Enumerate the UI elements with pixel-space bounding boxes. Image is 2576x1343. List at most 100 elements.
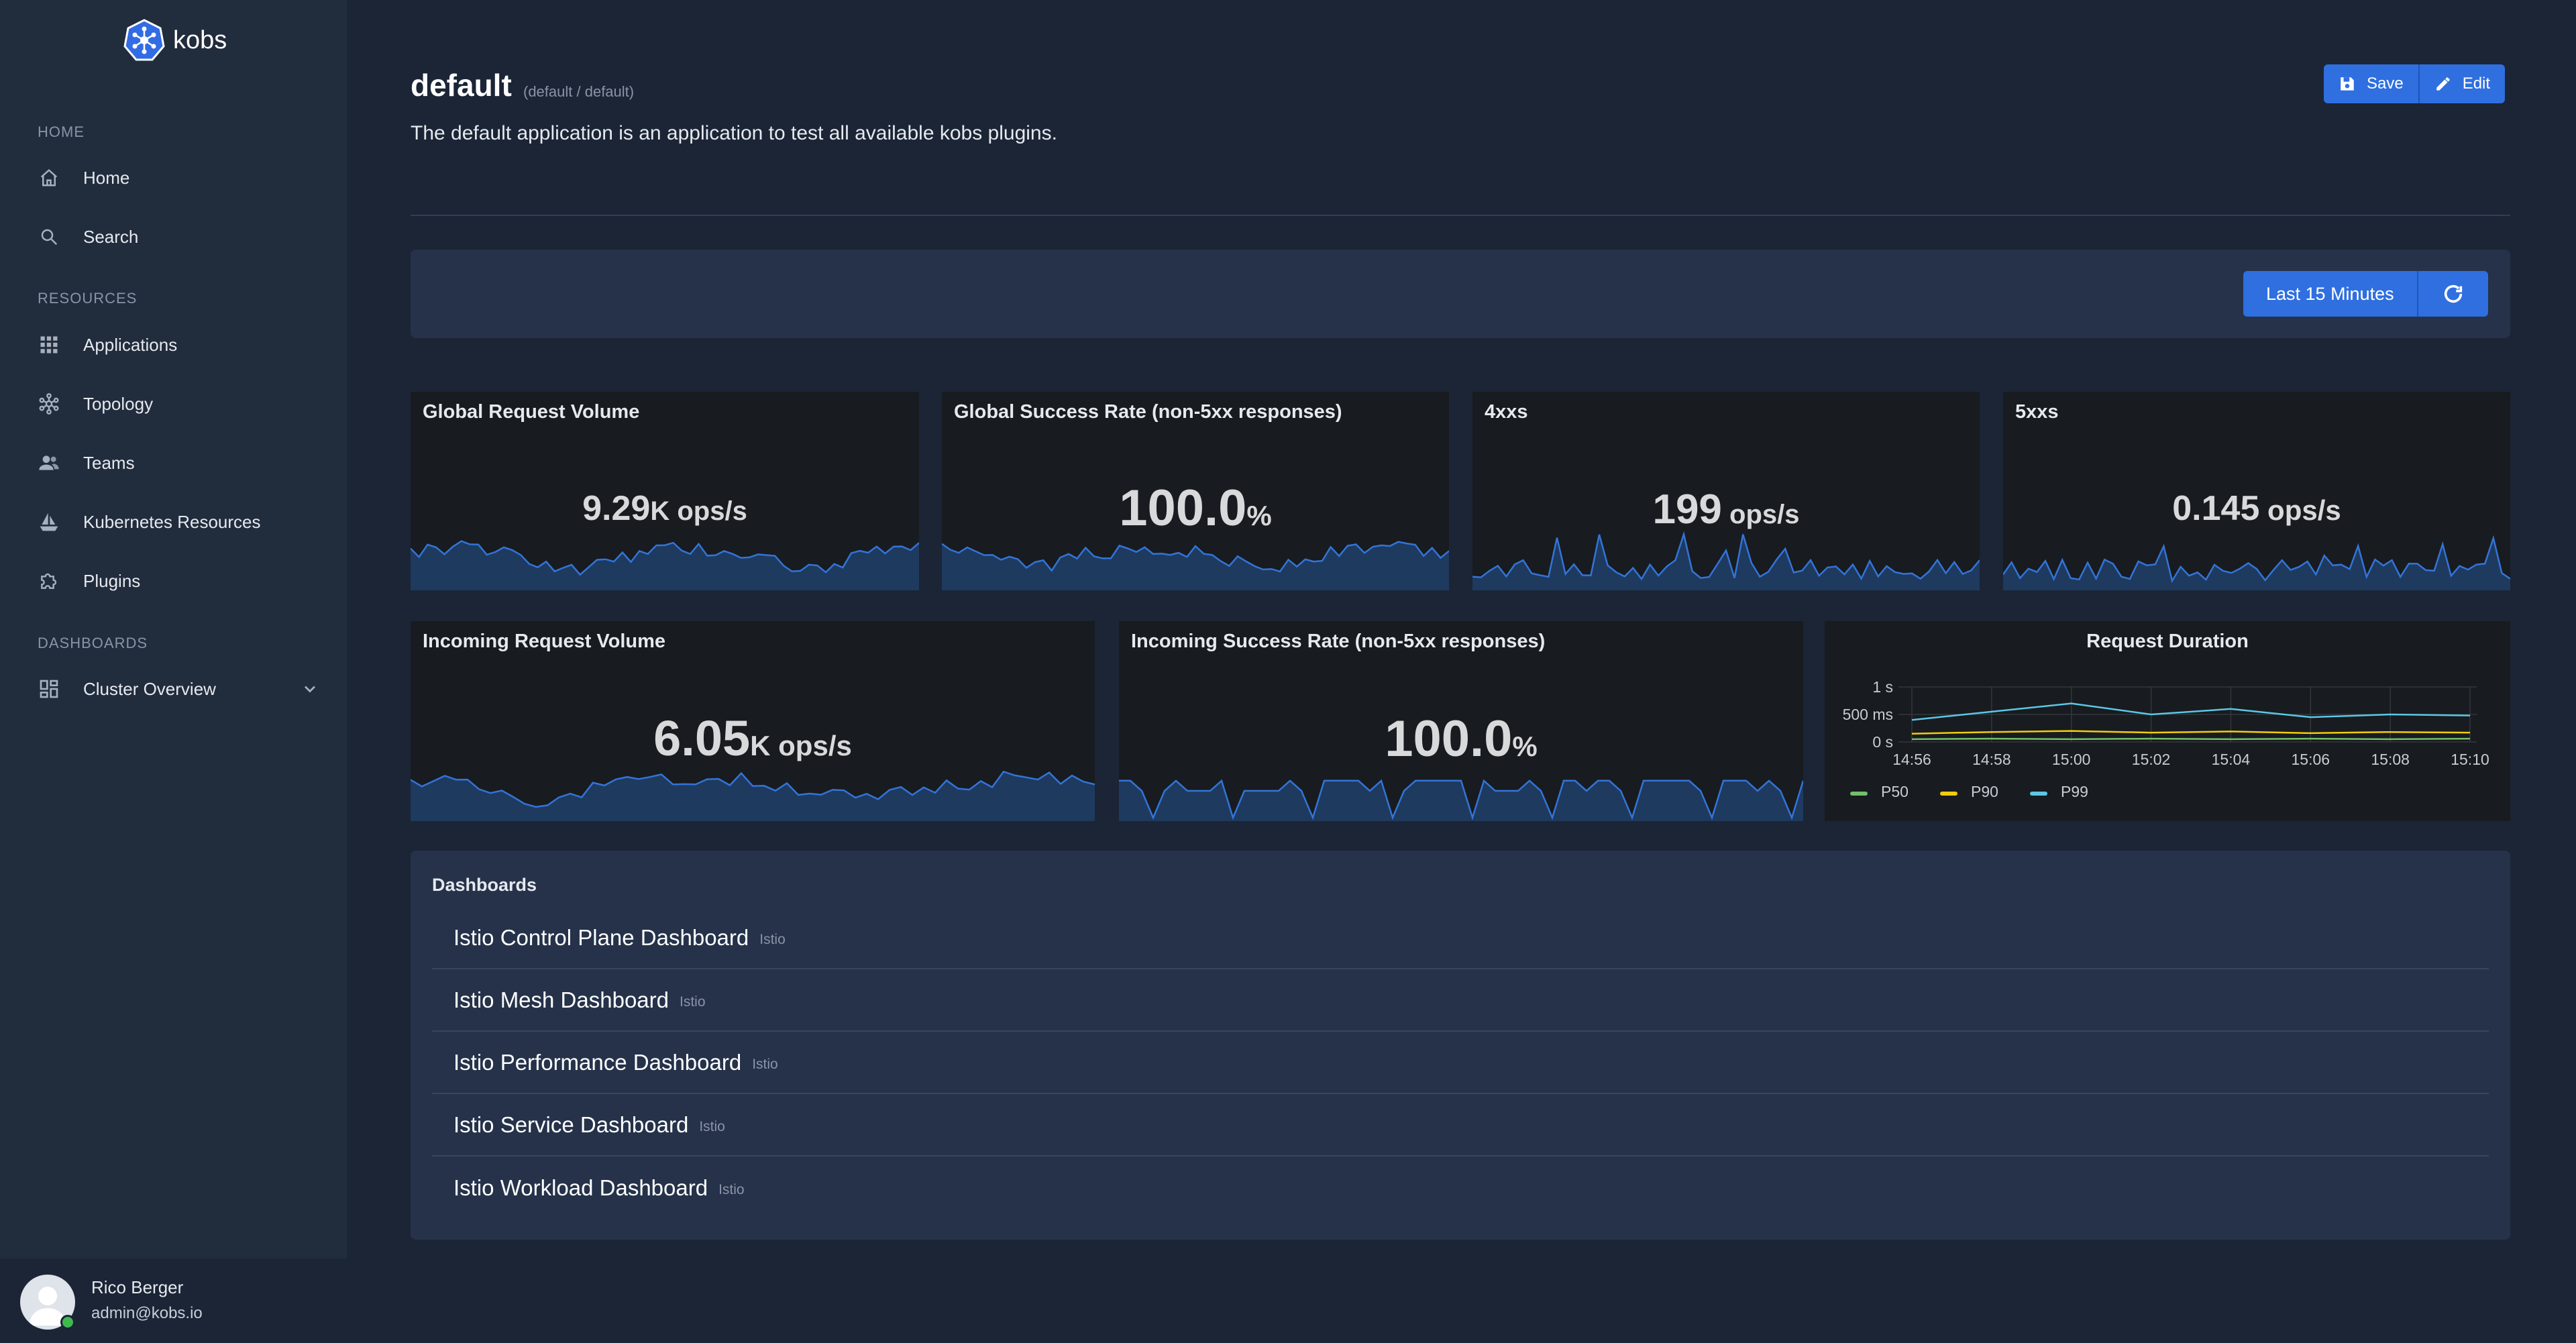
- stat-value: 9.29K ops/s: [411, 488, 919, 529]
- dashboard-list-item[interactable]: Istio Control Plane Dashboard Istio: [432, 907, 2489, 969]
- refresh-button[interactable]: [2416, 271, 2488, 317]
- stat-value: 100.0%: [1119, 710, 1803, 768]
- sparkline-area: [411, 541, 919, 590]
- sidebar-item-label: Kubernetes Resources: [83, 511, 261, 532]
- sidebar-item-kubernetes-resources[interactable]: Kubernetes Resources: [38, 501, 319, 543]
- stat-unit: %: [1512, 731, 1538, 762]
- panel-title: Global Request Volume: [423, 401, 640, 423]
- legend-swatch: [1940, 792, 1957, 796]
- save-button[interactable]: Save: [2324, 64, 2418, 103]
- kobs-logo-icon: [123, 19, 165, 61]
- legend-label: P90: [1971, 783, 1998, 800]
- dashboard-name: Istio Workload Dashboard: [453, 1175, 708, 1200]
- refresh-icon: [2444, 284, 2462, 303]
- sidebar-item-label: Search: [83, 226, 139, 247]
- dashboard-list-item[interactable]: Istio Performance Dashboard Istio: [432, 1032, 2489, 1094]
- y-tick-label: 0 s: [1872, 733, 1893, 751]
- page-title: default: [411, 68, 512, 103]
- series-line-p99: [1911, 702, 2471, 721]
- panel-5xxs: 5xxs 0.145 ops/s: [2003, 392, 2510, 590]
- panel-title: Global Success Rate (non-5xx responses): [954, 401, 1342, 423]
- edit-button[interactable]: Edit: [2418, 64, 2506, 103]
- y-tick-label: 500 ms: [1843, 706, 1893, 723]
- sparkline-area: [2003, 538, 2510, 590]
- panel-title: Incoming Success Rate (non-5xx responses…: [1131, 631, 1546, 652]
- sidebar-item-label: Applications: [83, 334, 178, 355]
- panel-incoming-request-volume: Incoming Request Volume 6.05K ops/s: [411, 621, 1095, 821]
- sidebar-item-label: Home: [83, 167, 130, 188]
- dashboard-list-item[interactable]: Istio Workload Dashboard Istio: [432, 1157, 2489, 1219]
- panel-title: 4xxs: [1485, 401, 1528, 423]
- request-duration-chart: 0 s 500 ms 1 s 14:56 14:58 15:00 15:02 15:04 15:…: [1843, 678, 2489, 800]
- sidebar-item-label: Teams: [83, 452, 135, 473]
- legend-label: P50: [1881, 783, 1909, 800]
- sidebar-item-home[interactable]: Home: [38, 157, 319, 199]
- dashboard-name: Istio Service Dashboard: [453, 1112, 689, 1137]
- header-actions: Save Edit: [2324, 64, 2506, 103]
- sidebar-item-applications[interactable]: Applications: [38, 324, 319, 366]
- dashboard-name: Istio Mesh Dashboard: [453, 987, 669, 1012]
- stat-value: 0.145 ops/s: [2003, 488, 2510, 529]
- dashboard-tag: Istio: [680, 993, 706, 1010]
- y-tick-label: 1 s: [1872, 678, 1893, 696]
- sidebar-item-label: Topology: [83, 393, 154, 414]
- dashboard-list-item[interactable]: Istio Mesh Dashboard Istio: [432, 969, 2489, 1032]
- x-tick-label: 14:56: [1892, 751, 1931, 768]
- user-menu[interactable]: Rico Berger admin@kobs.io: [0, 1258, 347, 1343]
- time-range-button[interactable]: Last 15 Minutes: [2243, 271, 2417, 317]
- chevron-down-icon[interactable]: [301, 680, 319, 698]
- user-email: admin@kobs.io: [91, 1304, 203, 1322]
- topology-icon: [38, 392, 60, 415]
- divider: [411, 215, 2510, 216]
- grid-icon: [38, 333, 60, 356]
- panel-request-duration: Request Duration 0 s 500 ms 1 s 14:56 14:58 1…: [1825, 621, 2510, 821]
- dashboard-name: Istio Control Plane Dashboard: [453, 924, 749, 950]
- dashboards-card: Dashboards Istio Control Plane Dashboard…: [411, 851, 2510, 1240]
- stat-unit: K ops/s: [750, 730, 852, 761]
- dashboard-icon: [38, 678, 60, 700]
- stat-number: 0.145: [2172, 489, 2260, 528]
- dashboard-name: Istio Performance Dashboard: [453, 1049, 742, 1075]
- stat-number: 100.0: [1385, 710, 1513, 767]
- user-name: Rico Berger: [91, 1277, 184, 1297]
- panel-incoming-success-rate: Incoming Success Rate (non-5xx responses…: [1119, 621, 1803, 821]
- toolbar: [411, 250, 2510, 338]
- sidebar-item-label: Cluster Overview: [83, 678, 216, 699]
- x-tick-label: 15:10: [2451, 751, 2489, 768]
- brand[interactable]: kobs: [122, 16, 227, 64]
- save-icon: [2341, 77, 2354, 91]
- page-subtitle: (default / default): [523, 83, 635, 100]
- panel-global-success-rate: Global Success Rate (non-5xx responses) …: [942, 392, 1449, 590]
- edit-label: Edit: [2462, 74, 2491, 93]
- time-range-picker: Last 15 Minutes: [2243, 271, 2488, 317]
- dashboards-title: Dashboards: [432, 875, 537, 895]
- status-online-indicator: [60, 1315, 75, 1330]
- sidebar: kobs Home Home Search Resources Applicat…: [0, 0, 347, 1343]
- sidebar-item-plugins[interactable]: Plugins: [38, 560, 319, 602]
- stat-number: 6.05: [653, 710, 751, 766]
- x-tick-label: 15:04: [2212, 751, 2251, 768]
- sidebar-item-topology[interactable]: Topology: [38, 383, 319, 425]
- stat-unit: ops/s: [1729, 500, 1800, 529]
- series-line-p90: [1911, 730, 2471, 735]
- sparkline-area: [942, 541, 1449, 590]
- stat-unit: ops/s: [2267, 494, 2341, 526]
- stat-value: 6.05K ops/s: [411, 710, 1095, 767]
- legend-swatch: [1850, 792, 1868, 796]
- panel-global-request-volume: Global Request Volume 9.29K ops/s: [411, 392, 919, 590]
- stat-unit: K ops/s: [650, 496, 747, 526]
- sidebar-item-teams[interactable]: Teams: [38, 442, 319, 484]
- puzzle-icon: [38, 570, 60, 592]
- legend-label: P99: [2061, 783, 2088, 800]
- sidebar-item-label: Plugins: [83, 570, 141, 591]
- save-label: Save: [2367, 74, 2404, 93]
- sidebar-item-cluster-overview[interactable]: Cluster Overview: [38, 668, 319, 710]
- pencil-icon: [2436, 77, 2450, 91]
- dashboard-list-item[interactable]: Istio Service Dashboard Istio: [432, 1094, 2489, 1157]
- stat-number: 9.29: [582, 489, 651, 528]
- panel-title: 5xxs: [2015, 401, 2059, 423]
- stat-unit: %: [1246, 500, 1272, 531]
- sidebar-item-search[interactable]: Search: [38, 216, 319, 258]
- stat-number: 199: [1652, 486, 1722, 533]
- dashboard-tag: Istio: [699, 1118, 725, 1134]
